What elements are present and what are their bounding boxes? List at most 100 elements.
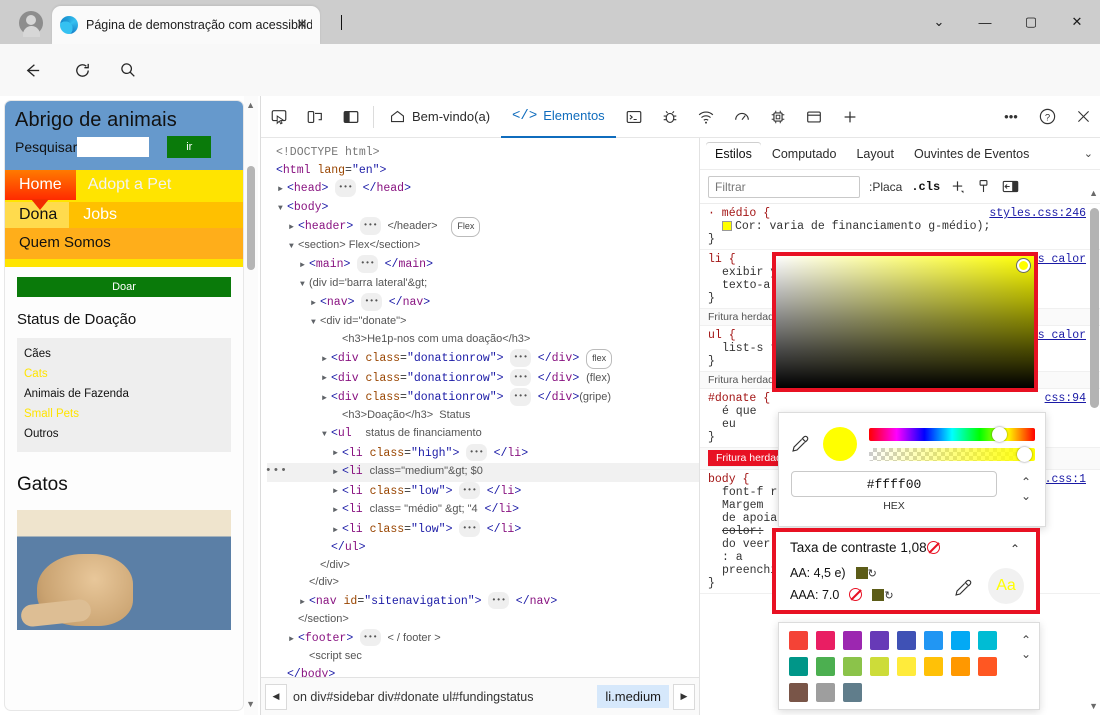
palette-swatch[interactable] (951, 657, 970, 676)
dom-node-row[interactable]: </div> (267, 574, 699, 592)
css-selector[interactable]: ul { (708, 329, 736, 342)
tab-elementos[interactable]: </> Elementos (501, 96, 616, 138)
disclosure-triangle-icon[interactable]: ▼ (278, 200, 287, 218)
dom-node-row[interactable]: ►<head> ••• </head> (267, 179, 699, 198)
palette-swatch[interactable] (816, 657, 835, 676)
dom-node-row[interactable]: </body> (267, 666, 699, 677)
dom-node-row[interactable]: </section> (267, 611, 699, 629)
css-selector[interactable]: · médio { (708, 207, 770, 220)
css-source-link[interactable]: .css:1 (1045, 473, 1086, 486)
minimize-icon[interactable]: — (962, 0, 1008, 44)
hue-slider[interactable] (869, 428, 1035, 441)
palette-swatch[interactable] (897, 657, 916, 676)
disclosure-triangle-icon[interactable]: ► (300, 594, 309, 612)
nav-item-adopt[interactable]: Adopt a Pet (76, 170, 172, 200)
close-devtools-icon[interactable] (1065, 96, 1100, 138)
breadcrumb-next-icon[interactable]: ▶ (673, 684, 695, 710)
dom-node-row[interactable]: ▼<body> (267, 199, 699, 218)
disclosure-triangle-icon[interactable]: ► (333, 522, 342, 540)
disclosure-triangle-icon[interactable]: ► (333, 445, 342, 463)
collapse-contrast-icon[interactable]: ⌃ (1010, 542, 1020, 556)
palette-swatch[interactable] (789, 683, 808, 702)
hov-state-button[interactable]: :Placa (869, 180, 902, 194)
dom-node-row[interactable]: ►<li class= "médio" &gt; "4 </li> (267, 501, 699, 520)
sources-debug-icon[interactable] (652, 96, 688, 138)
dom-node-row[interactable]: ▼(div id='barra lateral'&gt; (267, 275, 699, 294)
dom-node-row[interactable]: ►<li class="high"> ••• </li> (267, 444, 699, 463)
palette-swatch[interactable] (789, 631, 808, 650)
dom-node-row[interactable]: ▼<div id="donate"> (267, 313, 699, 332)
css-rule[interactable]: · médio {styles.css:246Cor: varia de fin… (700, 204, 1100, 250)
dom-node-row[interactable]: ►<nav> ••• </nav> (267, 293, 699, 312)
dom-node-row[interactable]: ►<li class="low"> ••• </li> (267, 520, 699, 539)
tab-layout[interactable]: Layout (847, 142, 903, 166)
dock-side-icon[interactable] (333, 96, 369, 138)
palette-toggle-icon[interactable]: ⌃⌄ (1021, 633, 1031, 661)
disclosure-triangle-icon[interactable]: ► (289, 219, 298, 237)
disclosure-triangle-icon[interactable]: ► (333, 502, 342, 520)
disclosure-triangle-icon[interactable]: ► (322, 390, 331, 408)
search-icon[interactable] (112, 54, 144, 86)
palette-swatch[interactable] (978, 657, 997, 676)
dom-node-row[interactable]: ►<main> ••• </main> (267, 255, 699, 274)
back-icon[interactable] (16, 54, 48, 86)
chevron-down-icon[interactable]: ⌄ (916, 0, 962, 44)
palette-swatch[interactable] (870, 657, 889, 676)
dom-node-row[interactable]: ►<li class="low"> ••• </li> (267, 482, 699, 501)
list-item[interactable]: Small Pets (17, 404, 231, 424)
scroll-up-icon[interactable]: ▲ (246, 100, 255, 110)
disclosure-triangle-icon[interactable]: ▼ (300, 276, 309, 294)
tab-close-icon[interactable]: ✕ (296, 16, 308, 33)
css-selector[interactable]: body { (708, 473, 749, 486)
css-source-link[interactable]: s calor (1038, 253, 1086, 266)
dom-node-row[interactable]: ►<div class="donationrow"> ••• </div> fl… (267, 349, 699, 369)
tab-bem-vindo[interactable]: Bem-vindo(a) (378, 96, 501, 138)
network-icon[interactable] (688, 96, 724, 138)
row-more-icon[interactable]: ••• (265, 463, 288, 481)
device-toggle-icon[interactable] (297, 96, 333, 138)
nav-item-jobs[interactable]: Jobs (69, 202, 131, 228)
close-window-icon[interactable]: ✕ (1054, 0, 1100, 44)
breadcrumb-selected[interactable]: li.medium (597, 685, 669, 708)
disclosure-triangle-icon[interactable]: ► (278, 181, 287, 199)
disclosure-triangle-icon[interactable]: ► (289, 631, 298, 649)
tab-computado[interactable]: Computado (763, 142, 846, 166)
color-format-toggle-icon[interactable]: ⌃⌄ (1021, 475, 1031, 503)
hex-input[interactable]: #ffff00 (791, 471, 997, 497)
scroll-down-icon[interactable]: ▼ (246, 699, 255, 709)
saturation-handle[interactable] (1017, 259, 1030, 272)
palette-swatch[interactable] (816, 683, 835, 702)
dom-node-row[interactable]: <html lang="en"> (267, 162, 699, 180)
breadcrumb-prev-icon[interactable]: ◀ (265, 684, 287, 710)
disclosure-triangle-icon[interactable]: ► (322, 351, 331, 369)
tab-ouvintes-de-eventos[interactable]: Ouvintes de Eventos (905, 142, 1038, 166)
disclosure-triangle-icon[interactable]: ▼ (311, 314, 320, 332)
disclosure-triangle-icon[interactable]: ► (300, 257, 309, 275)
toggle-element-state-icon[interactable] (975, 178, 992, 195)
disclosure-triangle-icon[interactable]: ► (333, 464, 342, 482)
new-style-rule-icon[interactable] (949, 178, 966, 195)
search-input[interactable] (77, 137, 149, 157)
inspect-icon[interactable] (261, 96, 297, 138)
tab-estilos[interactable]: Estilos (706, 142, 761, 166)
nav-item-home[interactable]: Home (5, 170, 76, 200)
browser-tab[interactable]: Página de demonstração com acessibilidad… (52, 6, 320, 44)
palette-swatch[interactable] (843, 657, 862, 676)
console-icon[interactable] (616, 96, 652, 138)
profile-button[interactable] (8, 6, 54, 40)
css-selector[interactable]: li { (708, 253, 736, 266)
palette-swatch[interactable] (843, 683, 862, 702)
palette-swatch[interactable] (843, 631, 862, 650)
disclosure-triangle-icon[interactable]: ▼ (289, 238, 298, 256)
maximize-icon[interactable]: ▢ (1008, 0, 1054, 44)
viewport-scrollbar[interactable]: ▲ ▼ (244, 96, 258, 715)
donate-button[interactable]: Doar (17, 277, 231, 297)
css-selector[interactable]: #donate { (708, 392, 770, 405)
palette-swatch[interactable] (924, 657, 943, 676)
dom-node-row[interactable]: ►<div class="donationrow"> ••• </div> (f… (267, 369, 699, 388)
aaa-refresh-icon[interactable]: ↻ (884, 589, 893, 602)
palette-swatch[interactable] (870, 631, 889, 650)
chevron-down-icon[interactable]: ⌄ (1084, 147, 1100, 160)
dom-node-row[interactable]: <script sec (267, 648, 699, 666)
list-item[interactable]: Outros (17, 424, 231, 444)
